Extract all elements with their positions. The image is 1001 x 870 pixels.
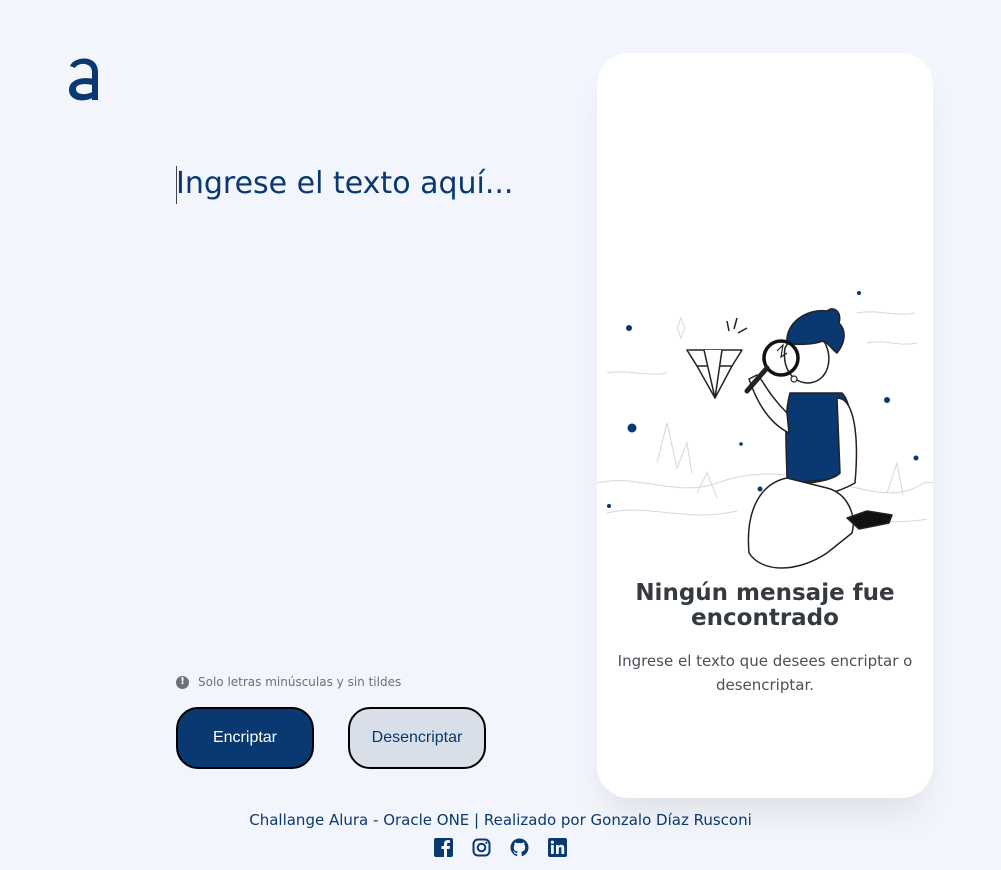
social-links bbox=[0, 838, 1001, 857]
facebook-icon[interactable] bbox=[434, 838, 453, 857]
alura-logo bbox=[69, 58, 98, 101]
encrypt-button[interactable]: Encriptar bbox=[176, 707, 314, 769]
input-hint: ! Solo letras minúsculas y sin tildes bbox=[176, 675, 401, 689]
instagram-icon[interactable] bbox=[472, 838, 491, 857]
empty-state-illustration bbox=[597, 291, 933, 569]
text-input-area[interactable] bbox=[176, 164, 556, 644]
decrypt-button[interactable]: Desencriptar bbox=[348, 707, 486, 769]
output-panel: Ningún mensaje fue encontrado Ingrese el… bbox=[597, 53, 933, 798]
empty-state-message: Ingrese el texto que desees encriptar o … bbox=[617, 652, 913, 694]
linkedin-icon[interactable] bbox=[548, 838, 567, 857]
info-icon: ! bbox=[176, 675, 189, 689]
empty-state-title: Ningún mensaje fue encontrado bbox=[635, 580, 895, 631]
text-input[interactable] bbox=[176, 164, 556, 644]
footer-credit: Challange Alura - Oracle ONE | Realizado… bbox=[249, 811, 752, 829]
github-icon[interactable] bbox=[510, 838, 529, 857]
text-caret bbox=[176, 166, 177, 204]
hint-text: Solo letras minúsculas y sin tildes bbox=[198, 675, 402, 689]
